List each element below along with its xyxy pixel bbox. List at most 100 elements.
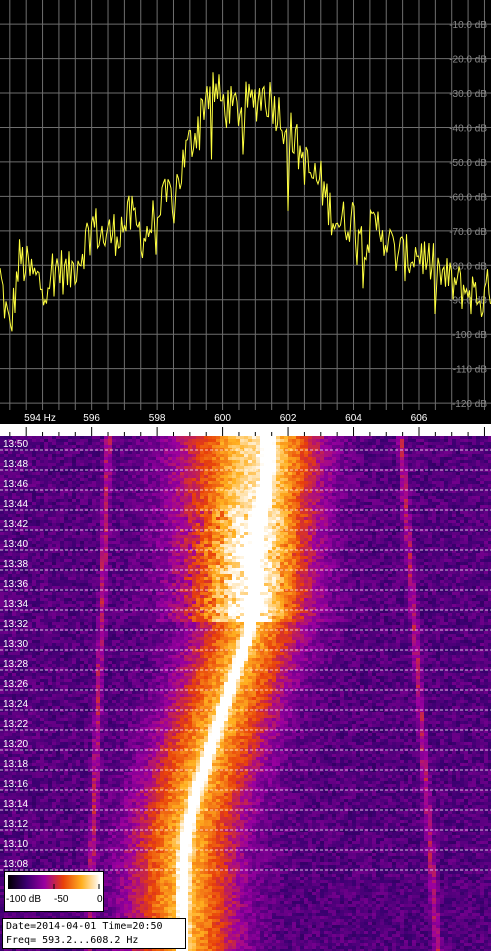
- waterfall-cell: [376, 445, 380, 448]
- waterfall-cell: [464, 457, 468, 460]
- waterfall-cell: [200, 442, 204, 445]
- waterfall-cell: [96, 484, 100, 487]
- waterfall-cell: [212, 535, 216, 538]
- waterfall-cell: [424, 535, 428, 538]
- waterfall-cell: [412, 487, 416, 490]
- waterfall-cell: [96, 535, 100, 538]
- waterfall-cell: [128, 532, 132, 535]
- waterfall-cell: [392, 466, 396, 469]
- waterfall-cell: [64, 496, 68, 499]
- waterfall-cell: [176, 472, 180, 475]
- waterfall-cell: [132, 436, 136, 439]
- waterfall-cell: [384, 514, 388, 517]
- waterfall-cell: [420, 457, 424, 460]
- waterfall-cell: [260, 550, 264, 553]
- waterfall-cell: [64, 454, 68, 457]
- waterfall-cell: [272, 484, 276, 487]
- waterfall-cell: [148, 517, 152, 520]
- waterfall-cell: [60, 469, 64, 472]
- waterfall-cell: [460, 469, 464, 472]
- waterfall-cell: [28, 445, 32, 448]
- waterfall-cell: [440, 469, 444, 472]
- waterfall-cell: [364, 463, 368, 466]
- waterfall-cell: [96, 478, 100, 481]
- waterfall-cell: [456, 454, 460, 457]
- waterfall-cell: [92, 442, 96, 445]
- waterfall-cell: [96, 529, 100, 532]
- waterfall-cell: [148, 508, 152, 511]
- waterfall-cell: [348, 508, 352, 511]
- waterfall-cell: [92, 538, 96, 541]
- waterfall-cell: [132, 532, 136, 535]
- waterfall-cell: [356, 442, 360, 445]
- waterfall-cell: [228, 547, 232, 550]
- waterfall-cell: [188, 442, 192, 445]
- waterfall-cell: [140, 478, 144, 481]
- waterfall-cell: [360, 529, 364, 532]
- waterfall-cell: [164, 493, 168, 496]
- waterfall-cell: [232, 502, 236, 505]
- waterfall-cell: [412, 454, 416, 457]
- waterfall-cell: [460, 511, 464, 514]
- waterfall-cell: [248, 436, 252, 439]
- waterfall-cell: [340, 523, 344, 526]
- waterfall-cell: [68, 511, 72, 514]
- waterfall-cell: [88, 439, 92, 442]
- waterfall-cell: [440, 490, 444, 493]
- waterfall-cell: [232, 532, 236, 535]
- waterfall-cell: [180, 505, 184, 508]
- waterfall-cell: [224, 454, 228, 457]
- waterfall-cell: [476, 535, 480, 538]
- waterfall-cell: [92, 517, 96, 520]
- waterfall-cell: [120, 514, 124, 517]
- waterfall-cell: [180, 454, 184, 457]
- waterfall-cell: [460, 532, 464, 535]
- waterfall-cell: [376, 550, 380, 553]
- waterfall-cell: [356, 457, 360, 460]
- waterfall-cell: [340, 487, 344, 490]
- waterfall-cell: [340, 451, 344, 454]
- waterfall-cell: [228, 523, 232, 526]
- waterfall-cell: [304, 496, 308, 499]
- waterfall-cell: [308, 538, 312, 541]
- waterfall-cell: [380, 502, 384, 505]
- waterfall-cell: [332, 508, 336, 511]
- waterfall-cell: [388, 541, 392, 544]
- waterfall-cell: [404, 439, 408, 442]
- waterfall-cell: [224, 496, 228, 499]
- waterfall-cell: [440, 508, 444, 511]
- waterfall-cell: [332, 457, 336, 460]
- waterfall-cell: [40, 493, 44, 496]
- waterfall-cell: [152, 505, 156, 508]
- waterfall-cell: [140, 541, 144, 544]
- waterfall-cell: [52, 466, 56, 469]
- waterfall-cell: [152, 511, 156, 514]
- waterfall-cell: [28, 547, 32, 550]
- waterfall-cell: [128, 544, 132, 547]
- waterfall-cell: [244, 544, 248, 547]
- waterfall-cell: [28, 490, 32, 493]
- waterfall-cell: [292, 544, 296, 547]
- waterfall-cell: [104, 448, 108, 451]
- waterfall-cell: [240, 529, 244, 532]
- waterfall-cell: [184, 442, 188, 445]
- waterfall-cell: [356, 553, 360, 556]
- waterfall-cell: [224, 475, 228, 478]
- waterfall-cell: [256, 439, 260, 442]
- waterfall-cell: [76, 502, 80, 505]
- waterfall-cell: [152, 547, 156, 550]
- waterfall-cell: [52, 478, 56, 481]
- waterfall-cell: [404, 478, 408, 481]
- waterfall-cell: [64, 505, 68, 508]
- waterfall-cell: [112, 460, 116, 463]
- waterfall-cell: [176, 505, 180, 508]
- waterfall-cell: [296, 526, 300, 529]
- waterfall-cell: [340, 439, 344, 442]
- waterfall-cell: [256, 472, 260, 475]
- waterfall-cell: [424, 538, 428, 541]
- waterfall-cell: [28, 502, 32, 505]
- waterfall-cell: [76, 532, 80, 535]
- waterfall-cell: [408, 526, 412, 529]
- waterfall-cell: [416, 505, 420, 508]
- spectrum-background: [0, 0, 491, 410]
